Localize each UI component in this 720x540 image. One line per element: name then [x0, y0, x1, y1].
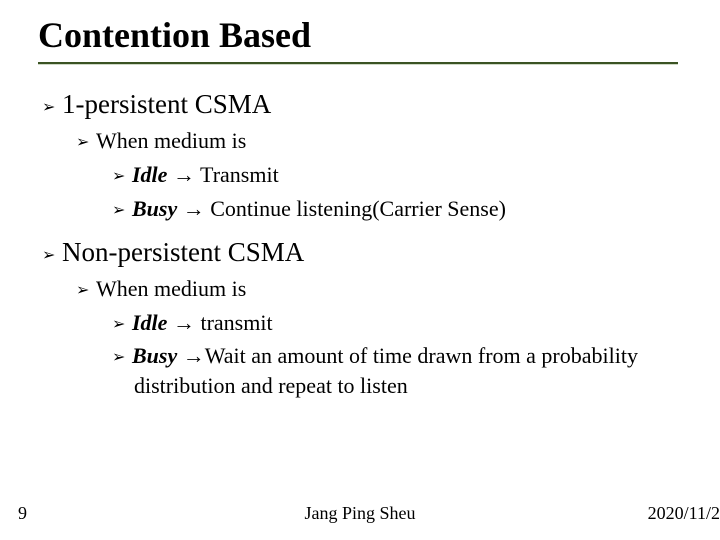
section-subheading: When medium is	[96, 128, 246, 153]
triangle-bullet-icon: ➢	[42, 245, 62, 267]
item-text: → transmit	[167, 310, 272, 335]
triangle-bullet-icon: ➢	[112, 347, 132, 369]
title-underline	[38, 62, 678, 65]
section-heading: 1-persistent CSMA	[62, 89, 271, 119]
bullet-level2: ➢When medium is	[76, 126, 690, 156]
triangle-bullet-icon: ➢	[42, 97, 62, 119]
bullet-level3: ➢Idle → Transmit	[112, 160, 690, 190]
footer-date: 2020/11/2	[648, 503, 720, 524]
triangle-bullet-icon: ➢	[112, 166, 132, 188]
slide-title: Contention Based	[38, 14, 311, 56]
bullet-level3: ➢Idle → transmit	[112, 308, 690, 338]
item-label: Busy	[132, 196, 177, 221]
section-heading: Non-persistent CSMA	[62, 237, 304, 267]
bullet-level3: ➢Busy →Wait an amount of time drawn from…	[112, 341, 690, 371]
section-subheading: When medium is	[96, 276, 246, 301]
triangle-bullet-icon: ➢	[76, 132, 96, 154]
item-label: Busy	[132, 343, 177, 368]
bullet-level1: ➢Non-persistent CSMA	[42, 234, 690, 270]
slide: Contention Based ➢1-persistent CSMA ➢Whe…	[0, 0, 720, 540]
triangle-bullet-icon: ➢	[112, 314, 132, 336]
slide-content: ➢1-persistent CSMA ➢When medium is ➢Idle…	[42, 82, 690, 401]
bullet-level2: ➢When medium is	[76, 274, 690, 304]
triangle-bullet-icon: ➢	[76, 280, 96, 302]
bullet-level1: ➢1-persistent CSMA	[42, 86, 690, 122]
item-text: → Continue listening(Carrier Sense)	[177, 196, 506, 221]
bullet-level3: ➢Busy → Continue listening(Carrier Sense…	[112, 194, 690, 224]
triangle-bullet-icon: ➢	[112, 200, 132, 222]
footer-author: Jang Ping Sheu	[0, 503, 720, 524]
bullet-continuation: distribution and repeat to listen	[134, 371, 690, 401]
item-label: Idle	[132, 310, 167, 335]
item-text: → Transmit	[167, 162, 278, 187]
item-text: →Wait an amount of time drawn from a pro…	[177, 343, 638, 368]
item-label: Idle	[132, 162, 167, 187]
